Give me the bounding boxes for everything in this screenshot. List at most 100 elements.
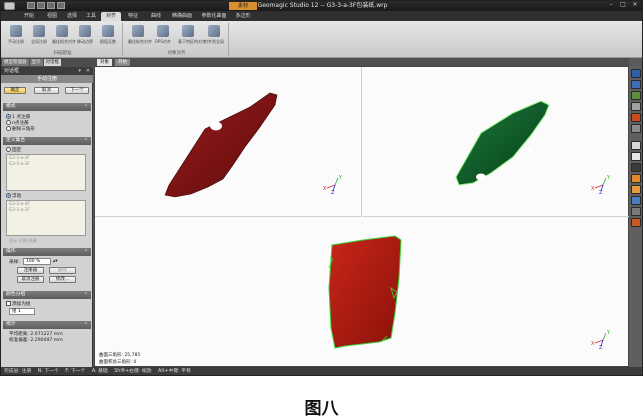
tab-tools[interactable]: 工具 (81, 12, 101, 21)
collapse-icon[interactable]: ⌃ (84, 103, 88, 111)
merged-object-mesh[interactable] (328, 235, 402, 349)
dialog-title: 手动注册 (1, 75, 93, 83)
tab-objects[interactable]: 对象 (97, 59, 112, 66)
floating-object-pane[interactable]: X Y Z (363, 67, 630, 217)
tool-icon[interactable] (631, 218, 641, 227)
radio-icon[interactable] (6, 193, 11, 198)
axis-y-label: Y (606, 330, 611, 336)
settings-icon[interactable] (631, 207, 641, 216)
view-front-icon[interactable] (631, 80, 641, 89)
total-triangles-info: 曲面积总三角形: 0 (99, 360, 137, 365)
sampling-field[interactable]: 100 % (23, 258, 51, 265)
tab-display[interactable]: 显示 (29, 59, 43, 66)
merged-object-pane[interactable]: X Y Z 曲面三角形: 25,785 曲面积总三角形: 0 (95, 218, 630, 368)
light-icon[interactable] (631, 174, 641, 183)
fixed-list[interactable]: G3-3-a-3F G3-3-a-3F (6, 154, 86, 191)
view-back-icon[interactable] (631, 91, 641, 100)
delete-button[interactable]: 删除 (49, 267, 76, 274)
operation-section-header[interactable]: 操作 ⌃ (3, 248, 91, 256)
tab-dialog[interactable]: 对话框 (43, 59, 61, 66)
register-button[interactable]: 注册器 (17, 267, 44, 274)
tab-model-manager[interactable]: 模型管理器 (2, 59, 29, 66)
list-item[interactable]: G3-3-a-3F (7, 161, 85, 167)
tab-exact-surfaces[interactable]: 精确曲面 (168, 12, 196, 21)
orange-cube-icon[interactable] (631, 141, 641, 150)
mode-option-delete-triangles[interactable]: 删除三角形 (6, 126, 35, 132)
stats-section-header[interactable]: 统计 ⌃ (3, 321, 91, 329)
graphics-viewport[interactable]: X Y Z X Y Z X Y Z 曲面三角形: 25,785 曲面积总三角形:… (94, 66, 630, 368)
color-group-section-header[interactable]: 颜色分组 ⌃ (3, 291, 91, 299)
radio-icon[interactable] (6, 114, 11, 119)
manual-register-button[interactable]: 手动注册 (6, 25, 26, 45)
floating-object-mesh[interactable] (455, 100, 550, 186)
axis-z-label: Z (599, 190, 603, 196)
tab-view[interactable]: 视图 (42, 12, 62, 21)
wireframe-icon[interactable] (631, 113, 641, 122)
move-boundary-button[interactable]: 移动边界 (75, 25, 95, 45)
sampling-spinner-icon[interactable]: ▴▾ (53, 259, 58, 264)
floating-radio[interactable]: 浮动 (6, 193, 21, 199)
cancel-register-button[interactable]: 取消注册 (17, 276, 44, 283)
tab-parametric-surfaces[interactable]: 参数化曲面 (197, 12, 231, 21)
collapse-icon[interactable]: ⌃ (84, 137, 88, 145)
color-icon[interactable] (631, 196, 641, 205)
collapse-icon[interactable]: ⌃ (84, 248, 88, 256)
fit-view-icon[interactable] (631, 152, 641, 161)
axis-view-icon[interactable] (631, 69, 641, 78)
tab-features[interactable]: 特征 (123, 12, 143, 21)
group-select[interactable]: 组 1 (9, 308, 35, 315)
rps-align-button[interactable]: RPS对齐 (153, 25, 173, 45)
hide-icon[interactable] (631, 185, 641, 194)
floating-list[interactable]: G3-3-a-3F G3-3-a-3F (6, 200, 86, 236)
align-global-icon (208, 25, 220, 37)
pin-icon[interactable]: ▾ (78, 67, 81, 75)
rotate-icon[interactable] (631, 163, 641, 172)
mesh-hole (476, 173, 486, 181)
fixed-object-pane[interactable]: X Y Z (95, 67, 362, 217)
define-set-section-header[interactable]: 定义集合 ⌃ (3, 137, 91, 145)
radio-icon[interactable] (6, 120, 11, 125)
dialog-header-title: 对话框 (4, 68, 20, 74)
tab-start-page[interactable]: 开始 (115, 59, 130, 66)
checkbox-icon[interactable] (6, 301, 11, 306)
modify-button[interactable]: 修改... (49, 276, 76, 283)
global-register-button[interactable]: 全局注册 (29, 25, 49, 45)
mode-section-title: 模式 (6, 104, 16, 109)
shade-icon[interactable] (631, 102, 641, 111)
tab-start[interactable]: 开始 (19, 12, 39, 21)
mesh-hole (525, 148, 533, 154)
fixed-radio[interactable]: 固定 (6, 147, 21, 153)
ribbon-group-title: 扫描配准 (53, 51, 72, 56)
fixed-object-mesh[interactable] (164, 92, 278, 198)
align-to-global-button[interactable]: 对齐到全局 (204, 25, 224, 45)
tab-select[interactable]: 选择 (62, 12, 82, 21)
collapse-icon[interactable]: ⌃ (84, 321, 88, 329)
cancel-button[interactable]: 取消 (34, 87, 59, 94)
axis-z-label: Z (599, 345, 603, 351)
close-icon[interactable]: ✕ (630, 1, 640, 9)
feature-align-button[interactable]: 基于特征的对齐 (178, 25, 206, 45)
next-button[interactable]: 下一个 (65, 87, 89, 94)
best-fit-object-button[interactable]: 最佳拟合对齐 (128, 25, 152, 45)
list-item[interactable]: G3-3-a-3F (7, 207, 85, 213)
tab-curves[interactable]: 曲线 (146, 12, 166, 21)
tab-align[interactable]: 对齐 (101, 12, 121, 21)
points-icon[interactable] (631, 124, 641, 133)
radio-icon[interactable] (6, 126, 11, 131)
context-tab[interactable]: 素材 (229, 2, 257, 10)
radio-icon[interactable] (6, 147, 11, 152)
status-item: N: 下一个 (37, 369, 59, 374)
tab-polygons[interactable]: 多边形 (232, 12, 254, 21)
status-item: Shift+右键: 缩放 (114, 369, 152, 374)
maximize-icon[interactable]: □ (618, 1, 628, 9)
collapse-icon[interactable]: ⌃ (84, 291, 88, 299)
minimize-icon[interactable]: – (606, 1, 616, 9)
best-fit-align-button[interactable]: 最佳拟合对齐 (52, 25, 76, 45)
add-group-checkbox[interactable]: 添加为组 (6, 301, 30, 307)
close-icon[interactable]: ✕ (86, 67, 90, 75)
ok-button[interactable]: 确定 (4, 87, 26, 94)
assign-button[interactable]: 赋值至数 (98, 25, 118, 45)
fixed-object-view: X Y Z (164, 92, 343, 198)
define-set-footer: 显示 对调 隐藏 (9, 238, 37, 243)
mode-section-header[interactable]: 模式 ⌃ (3, 103, 91, 111)
